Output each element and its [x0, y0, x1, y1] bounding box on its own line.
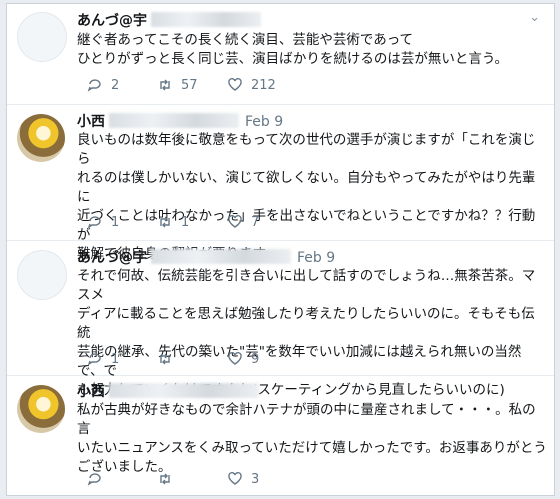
- heart-icon: [227, 77, 243, 93]
- retweet-button[interactable]: [157, 351, 181, 367]
- retweet-icon: [157, 351, 173, 367]
- chevron-down-icon[interactable]: ⌄: [529, 10, 540, 25]
- user-name[interactable]: 小西: [77, 384, 105, 400]
- heart-icon: [227, 351, 243, 367]
- tweet[interactable]: 小西 Feb 9 良いものは数年後に敬意をもって次の世代の選手が演じますが「これを…: [7, 104, 554, 262]
- redacted-handle: [109, 383, 259, 398]
- reply-button[interactable]: 1: [87, 351, 119, 367]
- like-count: 7: [251, 214, 260, 230]
- retweet-count: 57: [181, 77, 198, 93]
- retweet-button[interactable]: [157, 471, 181, 487]
- like-button[interactable]: 7: [227, 214, 259, 230]
- tweet-thread: あんづ@宇 ⌄ 継ぐ者あってこその長く続く演目、芸能や芸術であって ひとりがずっ…: [6, 3, 555, 496]
- user-name[interactable]: あんづ@宇: [77, 250, 147, 266]
- reply-button[interactable]: [87, 471, 111, 487]
- tweet-header: 小西: [77, 381, 259, 401]
- reply-count: 2: [111, 77, 120, 93]
- retweet-icon: [157, 77, 173, 93]
- redacted-handle: [151, 12, 261, 27]
- retweet-button[interactable]: 57: [157, 77, 198, 93]
- reply-button[interactable]: 2: [87, 77, 119, 93]
- tweet-header: あんづ@宇: [77, 10, 261, 30]
- avatar[interactable]: [17, 12, 67, 62]
- like-count: 9: [251, 351, 260, 367]
- tweet-date[interactable]: Feb 9: [245, 114, 283, 130]
- reply-icon: [87, 351, 103, 367]
- tweet-header: 小西 Feb 9: [77, 111, 283, 131]
- avatar[interactable]: [17, 250, 67, 300]
- tweet-date[interactable]: Feb 9: [297, 250, 335, 266]
- retweet-icon: [157, 471, 173, 487]
- tweet-text: 私が古典が好きなもので余計ハテナが頭の中に量産されまして・・・。私の言 いたいニ…: [77, 402, 547, 475]
- reply-icon: [87, 471, 103, 487]
- like-button[interactable]: 3: [227, 471, 259, 487]
- tweet-header: あんづ@宇 Feb 9: [77, 247, 335, 267]
- tweet[interactable]: 小西 私が古典が好きなもので余計ハテナが頭の中に量産されまして・・・。私の言 い…: [7, 375, 554, 495]
- tweet[interactable]: あんづ@宇 Feb 9 それで何故、伝統芸能を引き合いに出して話すのでしょうね…無…: [7, 240, 554, 398]
- avatar[interactable]: [17, 385, 65, 433]
- tweet-text: 継ぐ者あってこその長く続く演目、芸能や芸術であって ひとりがずっと長く同じ芸、演…: [77, 32, 509, 67]
- user-name[interactable]: あんづ@宇: [77, 13, 147, 29]
- redacted-handle: [109, 113, 239, 128]
- reply-icon: [87, 77, 103, 93]
- avatar[interactable]: [17, 114, 65, 162]
- like-button[interactable]: 9: [227, 351, 259, 367]
- retweet-icon: [157, 214, 173, 230]
- retweet-button[interactable]: 1: [157, 214, 189, 230]
- heart-icon: [227, 214, 243, 230]
- reply-count: 1: [111, 351, 120, 367]
- heart-icon: [227, 471, 243, 487]
- redacted-handle: [151, 249, 291, 264]
- reply-count: 1: [111, 214, 120, 230]
- reply-icon: [87, 214, 103, 230]
- like-count: 3: [251, 471, 260, 487]
- retweet-count: 1: [181, 214, 190, 230]
- like-button[interactable]: 212: [227, 77, 276, 93]
- tweet[interactable]: あんづ@宇 ⌄ 継ぐ者あってこその長く続く演目、芸能や芸術であって ひとりがずっ…: [7, 4, 554, 105]
- reply-button[interactable]: 1: [87, 214, 119, 230]
- user-name[interactable]: 小西: [77, 114, 105, 130]
- like-count: 212: [251, 77, 276, 93]
